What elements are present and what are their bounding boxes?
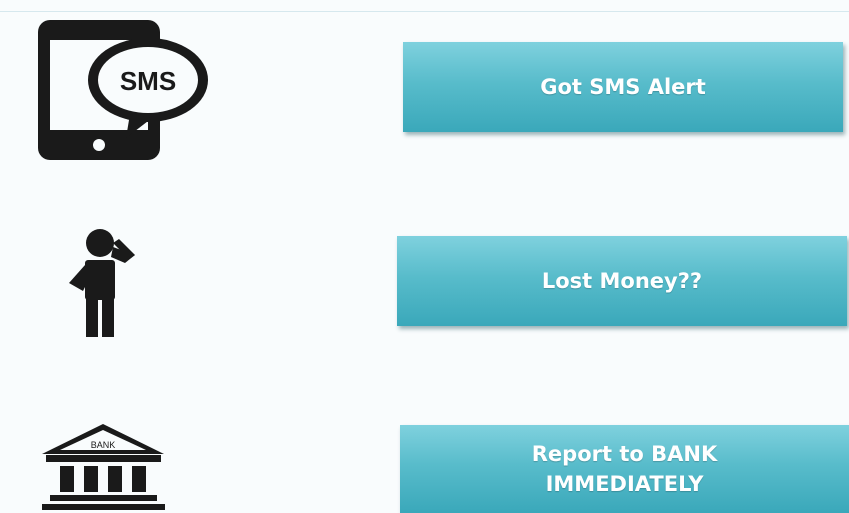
bank-icon: BANK xyxy=(42,424,165,510)
step-box-sms-alert: Got SMS Alert xyxy=(403,42,843,132)
step-text-lost-money: Lost Money?? xyxy=(541,268,703,293)
confused-person-icon xyxy=(69,229,135,337)
step-box-lost-money: Lost Money?? xyxy=(397,236,847,326)
sms-phone-icon: SMS xyxy=(38,20,208,160)
step-box-report-bank: Report to BANK IMMEDIATELY xyxy=(400,425,849,513)
top-border xyxy=(0,11,849,12)
step-text-report-bank: Report to BANK IMMEDIATELY xyxy=(531,441,718,496)
bank-label: BANK xyxy=(91,440,116,450)
page: SMS Got SMS Alert Lost Money?? BANK Repo… xyxy=(0,0,849,513)
step-text-sms-alert: Got SMS Alert xyxy=(540,74,706,99)
sms-label: SMS xyxy=(120,66,176,96)
